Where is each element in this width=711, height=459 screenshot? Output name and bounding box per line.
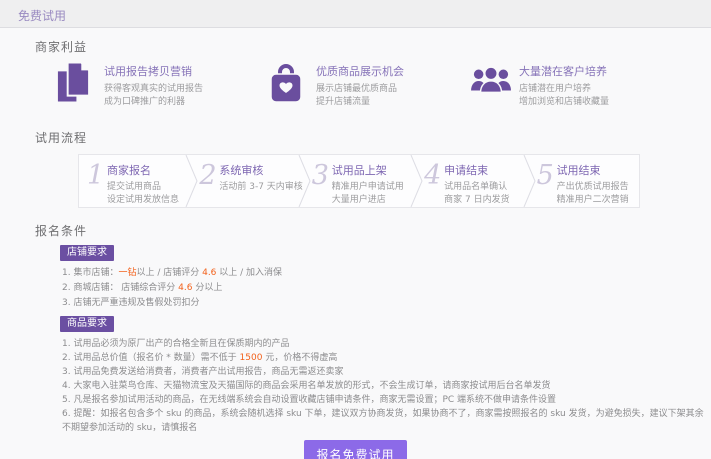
- conditions-heading: 报名条件: [35, 222, 711, 239]
- condition-item: 4. 大家电入驻菜鸟仓库、天猫物流宝及天猫国际的商品会采用名单发放的形式，不会生…: [62, 379, 707, 393]
- benefit-item: 优质商品展示机会 展示店铺最优质商品提升店铺流量: [267, 61, 470, 109]
- condition-item: 2. 商城店铺： 店铺综合评分 4.6 分以上: [62, 281, 707, 296]
- product-requirements-list: 1. 试用品必须为原厂出产的合格全新且在保质期内的产品2. 试用品总价值（报名价…: [62, 337, 707, 435]
- condition-item: 2. 试用品总价值（报名价 * 数量）需不低于 1500 元，价格不得虚高: [62, 351, 707, 365]
- benefit-title: 大量潜在客户培养: [519, 63, 609, 79]
- step-desc: 产出优质试用报告精准用户二次营销: [557, 181, 641, 206]
- step-title: 商家报名: [107, 162, 191, 178]
- step-number: 5: [537, 161, 554, 191]
- benefit-title: 试用报告拷贝营销: [104, 63, 203, 79]
- benefits-heading: 商家利益: [35, 38, 711, 55]
- process-step: 1 商家报名 提交试用商品设定试用发放信息: [79, 155, 191, 207]
- benefit-item: 大量潜在客户培养 店铺潜在用户培养增加浏览和店铺收藏量: [470, 61, 609, 109]
- benefits-row: 试用报告拷贝营销 获得客观真实的试用报告成为口碑推广的利器 优质商品展示机会 展…: [0, 61, 711, 109]
- copy-document-icon: [55, 61, 95, 105]
- process-steps: 1 商家报名 提交试用商品设定试用发放信息 2 系统审核 活动前 3-7 天内审…: [78, 154, 640, 208]
- step-number: 4: [424, 161, 441, 191]
- process-step: 5 试用结束 产出优质试用报告精准用户二次营销: [529, 155, 641, 207]
- step-number: 1: [87, 161, 104, 191]
- step-title: 系统审核: [219, 162, 303, 178]
- condition-item: 1. 集市店铺：一钻以上 / 店铺评分 4.6 以上 / 加入消保: [62, 266, 707, 281]
- step-title: 试用结束: [557, 162, 641, 178]
- step-desc: 精准用户申请试用大量用户进店: [332, 181, 416, 206]
- condition-item: 6. 提醒：如报名包含多个 sku 的商品，系统会随机选择 sku 下单，建议双…: [62, 407, 707, 435]
- signup-free-trial-button[interactable]: 报名免费试用: [304, 440, 406, 459]
- step-desc: 试用品名单确认商家 7 日内发货: [444, 181, 528, 206]
- process-step: 4 申请结束 试用品名单确认商家 7 日内发货: [416, 155, 528, 207]
- bag-heart-icon: [267, 61, 307, 105]
- people-group-icon: [470, 61, 510, 105]
- page-title: 免费试用: [18, 7, 711, 24]
- step-desc: 活动前 3-7 天内审核: [219, 181, 303, 194]
- process-step: 3 试用品上架 精准用户申请试用大量用户进店: [304, 155, 416, 207]
- condition-item: 1. 试用品必须为原厂出产的合格全新且在保质期内的产品: [62, 337, 707, 351]
- step-desc: 提交试用商品设定试用发放信息: [107, 181, 191, 206]
- page-header: 免费试用: [0, 0, 711, 28]
- benefit-desc: 展示店铺最优质商品提升店铺流量: [316, 83, 404, 109]
- step-number: 2: [199, 161, 216, 191]
- benefit-desc: 店铺潜在用户培养增加浏览和店铺收藏量: [519, 83, 609, 109]
- shop-requirements-list: 1. 集市店铺：一钻以上 / 店铺评分 4.6 以上 / 加入消保2. 商城店铺…: [62, 266, 707, 311]
- step-title: 试用品上架: [332, 162, 416, 178]
- benefit-desc: 获得客观真实的试用报告成为口碑推广的利器: [104, 83, 203, 109]
- product-requirements-badge: 商品要求: [60, 316, 114, 332]
- shop-requirements-badge: 店铺要求: [60, 245, 114, 261]
- benefit-title: 优质商品展示机会: [316, 63, 404, 79]
- condition-item: 3. 店铺无严重违规及售假处罚扣分: [62, 296, 707, 311]
- condition-item: 3. 试用品免费发送给消费者，消费者产出试用报告，商品无需返还卖家: [62, 365, 707, 379]
- condition-item: 5. 凡是报名参加试用活动的商品，在无线端系统会自动设置收藏店铺申请条件，商家无…: [62, 393, 707, 407]
- process-step: 2 系统审核 活动前 3-7 天内审核: [191, 155, 303, 207]
- content-panel: 商家利益 试用报告拷贝营销 获得客观真实的试用报告成为口碑推广的利器 优质商品展…: [0, 28, 711, 459]
- process-heading: 试用流程: [35, 129, 711, 146]
- benefit-item: 试用报告拷贝营销 获得客观真实的试用报告成为口碑推广的利器: [55, 61, 267, 109]
- step-title: 申请结束: [444, 162, 528, 178]
- step-number: 3: [312, 161, 329, 191]
